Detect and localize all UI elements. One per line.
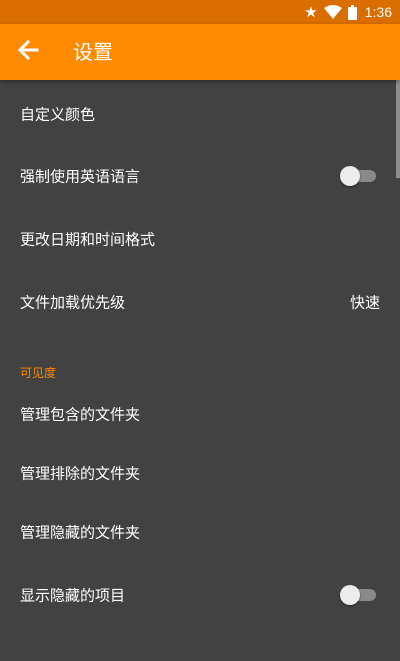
- settings-list: 自定义颜色 强制使用英语语言 更改日期和时间格式 文件加载优先级 快速 可见度 …: [0, 80, 400, 661]
- status-bar: ★ 1:36: [0, 0, 400, 24]
- status-time: 1:36: [364, 4, 392, 20]
- section-header-visibility: 可见度: [20, 366, 57, 380]
- app-bar: 设置: [0, 24, 400, 80]
- setting-label: 强制使用英语语言: [20, 167, 141, 186]
- scrollbar[interactable]: [396, 80, 400, 178]
- toggle-thumb: [340, 166, 360, 186]
- setting-value: 快速: [349, 293, 380, 312]
- page-title: 设置: [73, 40, 113, 64]
- setting-file-loading-priority[interactable]: 文件加载优先级 快速: [0, 274, 400, 330]
- show-hidden-items-toggle[interactable]: [340, 585, 376, 605]
- setting-label: 文件加载优先级: [20, 293, 126, 312]
- setting-custom-colors[interactable]: 自定义颜色: [0, 86, 400, 142]
- setting-label: 显示隐藏的项目: [20, 586, 126, 605]
- setting-manage-excluded-folders[interactable]: 管理排除的文件夹: [0, 445, 400, 501]
- toggle-thumb: [340, 585, 360, 605]
- setting-manage-included-folders[interactable]: 管理包含的文件夹: [0, 386, 400, 442]
- setting-force-english[interactable]: 强制使用英语语言: [0, 148, 400, 204]
- setting-label: 管理排除的文件夹: [20, 464, 141, 483]
- setting-date-time-format[interactable]: 更改日期和时间格式: [0, 211, 400, 267]
- setting-label: 管理包含的文件夹: [20, 405, 141, 424]
- setting-show-hidden-items[interactable]: 显示隐藏的项目: [0, 567, 400, 623]
- setting-label: 管理隐藏的文件夹: [20, 523, 141, 542]
- arrow-left-icon: [17, 39, 39, 64]
- back-button[interactable]: [12, 36, 44, 68]
- setting-label: 更改日期和时间格式: [20, 230, 156, 249]
- star-icon: ★: [304, 2, 318, 21]
- battery-icon: [347, 4, 357, 20]
- setting-label: 自定义颜色: [20, 105, 96, 124]
- setting-manage-hidden-folders[interactable]: 管理隐藏的文件夹: [0, 504, 400, 560]
- force-english-toggle[interactable]: [340, 166, 376, 186]
- status-icons: ★ 1:36: [304, 0, 392, 24]
- wifi-icon: [323, 5, 342, 19]
